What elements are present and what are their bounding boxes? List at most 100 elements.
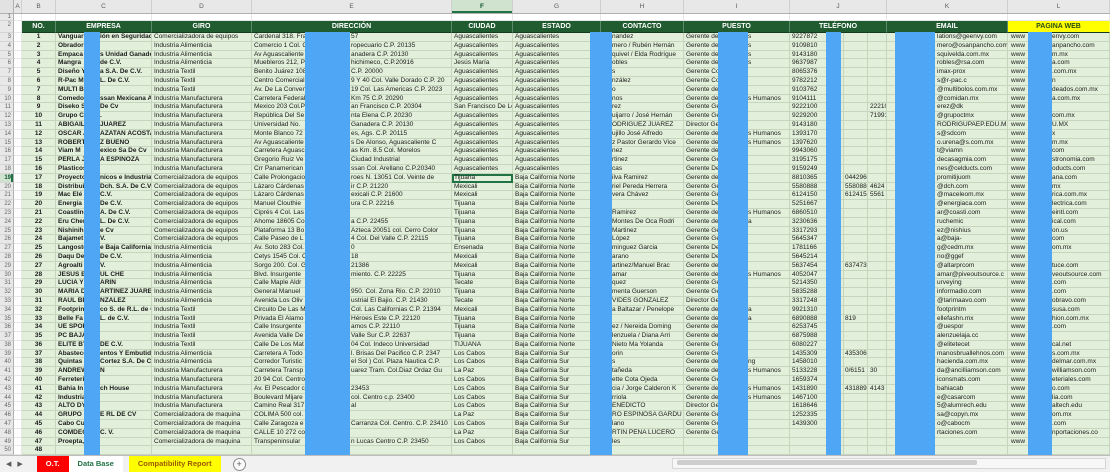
cell-web[interactable]: www.com: [1008, 323, 1110, 332]
cell-giro[interactable]: Industria Textil: [152, 306, 252, 315]
row-number[interactable]: 26: [0, 235, 14, 244]
cell-estado[interactable]: Baja California Norte: [513, 253, 601, 262]
cell-giro[interactable]: Industria Textil: [152, 86, 252, 95]
cell-a[interactable]: [14, 147, 22, 156]
row-number[interactable]: 11: [0, 103, 14, 112]
cell-no[interactable]: 15: [22, 156, 56, 165]
cell-estado[interactable]: Baja California Sur: [513, 358, 601, 367]
cell-giro[interactable]: Comercializadora de equipos: [152, 191, 252, 200]
cell-direccion[interactable]: COLIMA 500 col. c: [252, 411, 452, 420]
cell-giro[interactable]: Industria Alimenticia: [152, 271, 252, 280]
column-header-A[interactable]: A: [14, 0, 22, 13]
cell-direccion[interactable]: [252, 446, 452, 455]
cell-empresa[interactable]: Grupo Ct.: [56, 112, 152, 121]
add-sheet-icon[interactable]: +: [233, 458, 246, 471]
cell-ciudad[interactable]: Aguascalientes: [452, 51, 513, 60]
row-number[interactable]: 10: [0, 95, 14, 104]
row-number[interactable]: 23: [0, 209, 14, 218]
cell-no[interactable]: 35: [22, 332, 56, 341]
row-number[interactable]: 6: [0, 59, 14, 68]
cell-estado[interactable]: Baja California Norte: [513, 262, 601, 271]
cell-ciudad[interactable]: Aguascalientes: [452, 68, 513, 77]
cell-web[interactable]: wwwaltech.edu: [1008, 402, 1110, 411]
cell-contacto[interactable]: ette Cota Ojeda: [601, 376, 684, 385]
row-number[interactable]: 43: [0, 385, 14, 394]
cell-contacto[interactable]: lano: [601, 420, 684, 429]
cell-contacto[interactable]: RO ESPINOSA GARDU: [601, 411, 684, 420]
cell-a[interactable]: [14, 183, 22, 192]
cell-giro[interactable]: Comercializadora de equipos: [152, 218, 252, 227]
cell-estado[interactable]: Baja California Sur: [513, 402, 601, 411]
cell-web[interactable]: wwwenvy.com: [1008, 33, 1110, 42]
cell-a[interactable]: [14, 218, 22, 227]
cell-direccion[interactable]: Comercio 1 Col. Cropecuario C.P. 20135: [252, 42, 452, 51]
cell-no[interactable]: 17: [22, 174, 56, 183]
cell-giro[interactable]: Industria Alimenticia: [152, 253, 252, 262]
cell-empresa[interactable]: Langostee Baja California: [56, 244, 152, 253]
cell-a[interactable]: [14, 411, 22, 420]
cell-no[interactable]: 20: [22, 200, 56, 209]
row-number[interactable]: 2: [0, 21, 14, 33]
cell-empresa[interactable]: Daqu DeDe C.V.: [56, 253, 152, 262]
cell-a[interactable]: [14, 191, 22, 200]
cell-ciudad[interactable]: Los Cabos: [452, 420, 513, 429]
cell-empresa[interactable]: LUCIA YFARIN: [56, 279, 152, 288]
cell-no[interactable]: 6: [22, 77, 56, 86]
cell-direccion[interactable]: Av Aguascalienteanadera C.P. 20130: [252, 51, 452, 60]
cell-giro[interactable]: Industria Textil: [152, 332, 252, 341]
cell-direccion[interactable]: República Del Senta Elena C.P. 20230: [252, 112, 452, 121]
column-header-J[interactable]: J: [790, 0, 887, 13]
cell-direccion[interactable]: Benito Juárez 108C.P. 20000: [252, 68, 452, 77]
cell-empresa[interactable]: Mac EléC.V.: [56, 191, 152, 200]
cell-giro[interactable]: Industria Textil: [152, 315, 252, 324]
cell-estado[interactable]: Baja California Norte: [513, 244, 601, 253]
cell-ciudad[interactable]: Tecate: [452, 297, 513, 306]
cell-a[interactable]: [14, 367, 22, 376]
cell-estado[interactable]: Baja California Norte: [513, 323, 601, 332]
row-number[interactable]: 49: [0, 438, 14, 447]
cell-no[interactable]: 14: [22, 147, 56, 156]
cell-ciudad[interactable]: Aguascalientes: [452, 95, 513, 104]
cell-direccion[interactable]: Carretera Aguascas Km. 8.5 Col. Morelos: [252, 147, 452, 156]
row-number[interactable]: 44: [0, 394, 14, 403]
cell-direccion[interactable]: Calle Prolongacioroes N. 13051 Col. Vein…: [252, 174, 452, 183]
row-number[interactable]: 1: [0, 14, 14, 21]
cell-ciudad[interactable]: Tijuana: [452, 323, 513, 332]
cell-direccion[interactable]: General Manuel950. Col. Zona Rio. C.P. 2…: [252, 288, 452, 297]
cell-estado[interactable]: Aguascalientes: [513, 59, 601, 68]
cell-giro[interactable]: Industria Alimenticia: [152, 51, 252, 60]
cell-ciudad[interactable]: Aguascalientes: [452, 121, 513, 130]
cell-empresa[interactable]: Abasteceentos Y Embutidos: [56, 350, 152, 359]
cell-no[interactable]: 44: [22, 411, 56, 420]
cell-contacto[interactable]: VIDES GONZALEZ: [601, 297, 684, 306]
cell-a[interactable]: [14, 253, 22, 262]
column-header-C[interactable]: C: [56, 0, 152, 13]
cell-giro[interactable]: Comercializadora de maquina: [152, 420, 252, 429]
cell-giro[interactable]: Industria Manufacturera: [152, 376, 252, 385]
cell-ciudad[interactable]: Tijuana: [452, 218, 513, 227]
cell-estado[interactable]: Aguascalientes: [513, 42, 601, 51]
cell-estado[interactable]: Baja California Sur: [513, 438, 601, 447]
cell-web[interactable]: wwwom.mx: [1008, 411, 1110, 420]
cell-no[interactable]: 22: [22, 218, 56, 227]
row-number[interactable]: 48: [0, 429, 14, 438]
cell-giro[interactable]: Comercializadora de equipos: [152, 183, 252, 192]
row-number[interactable]: 28: [0, 253, 14, 262]
cell-empresa[interactable]: CoastlineA. De C.V.: [56, 209, 152, 218]
cell-giro[interactable]: Industria Alimenticia: [152, 297, 252, 306]
row-number[interactable]: 32: [0, 288, 14, 297]
cell-a[interactable]: [14, 306, 22, 315]
cell-no[interactable]: 1: [22, 33, 56, 42]
row-number[interactable]: 4: [0, 42, 14, 51]
cell-ciudad[interactable]: Aguascalientes: [452, 165, 513, 174]
cell-web[interactable]: wwwcom: [1008, 235, 1110, 244]
cell-contacto[interactable]: [601, 200, 684, 209]
empty-cell[interactable]: [14, 21, 22, 33]
cell-empresa[interactable]: Comedossan Mexicana Ag: [56, 95, 152, 104]
cell-giro[interactable]: Industria Alimenticia: [152, 244, 252, 253]
cell-web[interactable]: wwwoducts.com: [1008, 165, 1110, 174]
row-number[interactable]: 37: [0, 332, 14, 341]
cell-ciudad[interactable]: Tijuana: [452, 209, 513, 218]
sheet-nav-right-icon[interactable]: ▶: [17, 460, 22, 468]
cell-web[interactable]: wwwana.com: [1008, 174, 1110, 183]
